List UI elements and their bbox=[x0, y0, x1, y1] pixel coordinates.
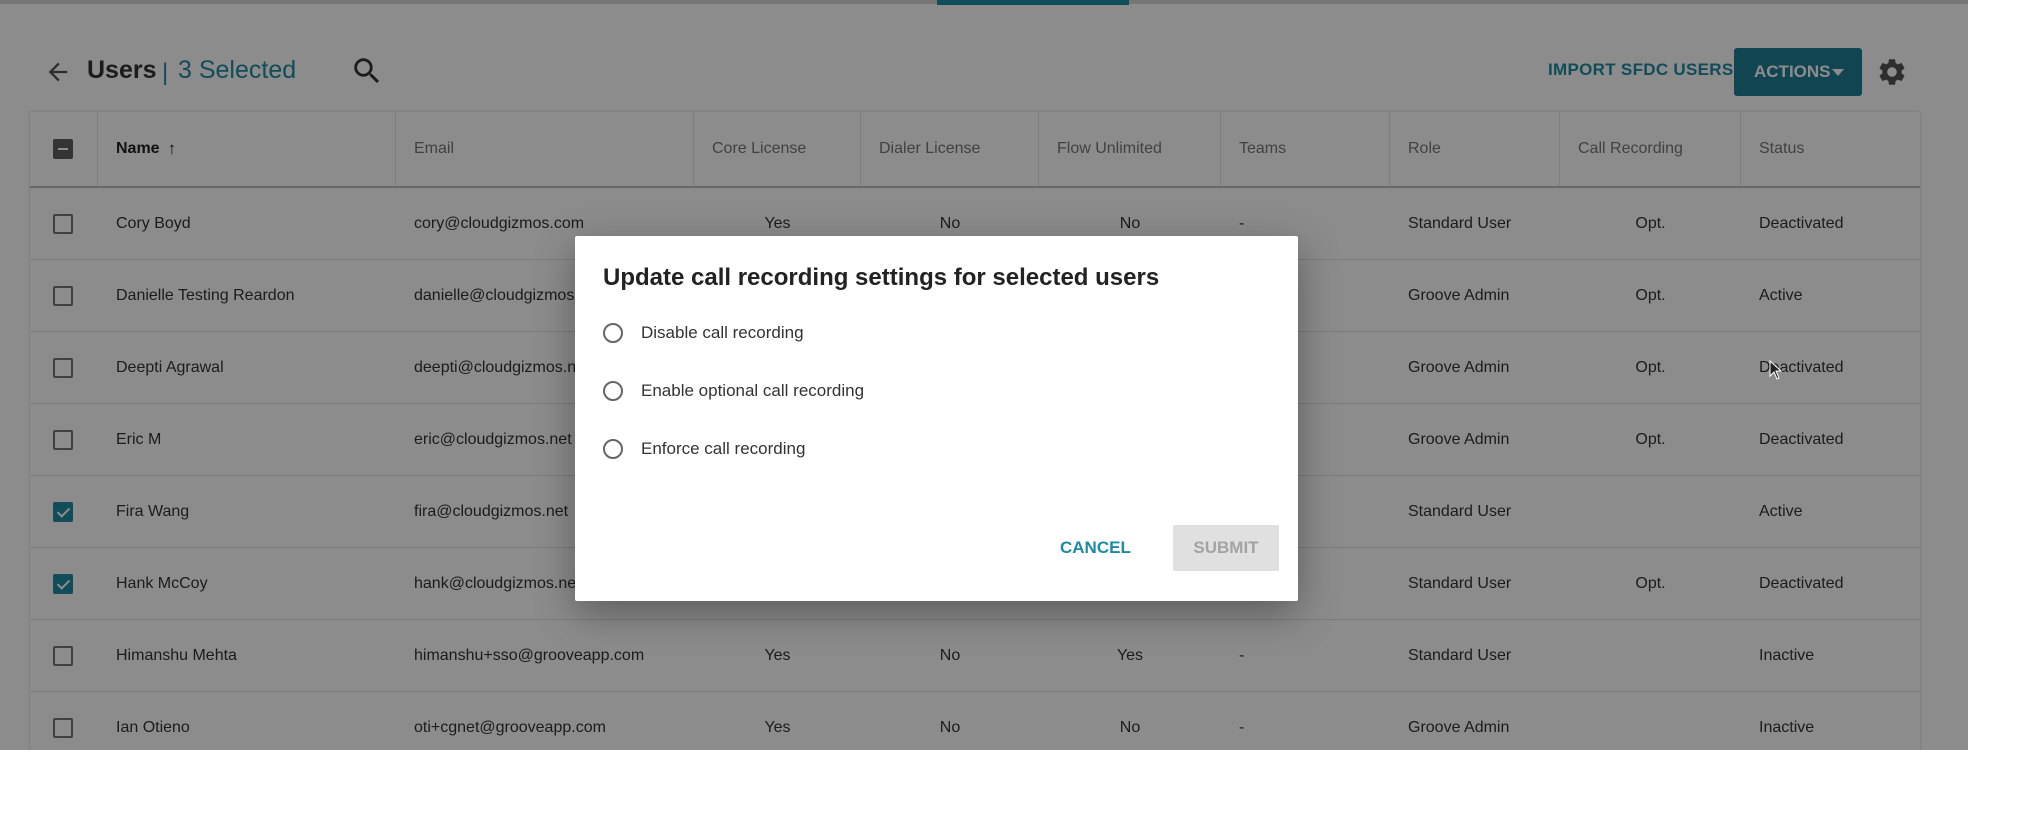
dialog-title: Update call recording settings for selec… bbox=[603, 264, 1160, 291]
radio-option-label: Enable optional call recording bbox=[641, 381, 865, 400]
radio-button[interactable] bbox=[603, 381, 623, 401]
call-recording-dialog: Update call recording settings for selec… bbox=[575, 236, 1298, 601]
radio-option-label: Disable call recording bbox=[641, 323, 804, 342]
radio-button[interactable] bbox=[603, 323, 623, 343]
radio-option-label: Enforce call recording bbox=[641, 439, 806, 458]
cancel-button[interactable]: CANCEL bbox=[1060, 538, 1131, 558]
option-disable-call-recording[interactable]: Disable call recording bbox=[603, 318, 804, 348]
radio-button[interactable] bbox=[603, 439, 623, 459]
option-enforce-call-recording[interactable]: Enforce call recording bbox=[603, 434, 805, 464]
users-page: Users | 3 Selected IMPORT SFDC USERS ACT… bbox=[0, 0, 1968, 750]
submit-button: SUBMIT bbox=[1173, 525, 1279, 571]
option-enable-optional-call-recording[interactable]: Enable optional call recording bbox=[603, 376, 864, 406]
mouse-cursor-icon bbox=[1769, 360, 1783, 380]
